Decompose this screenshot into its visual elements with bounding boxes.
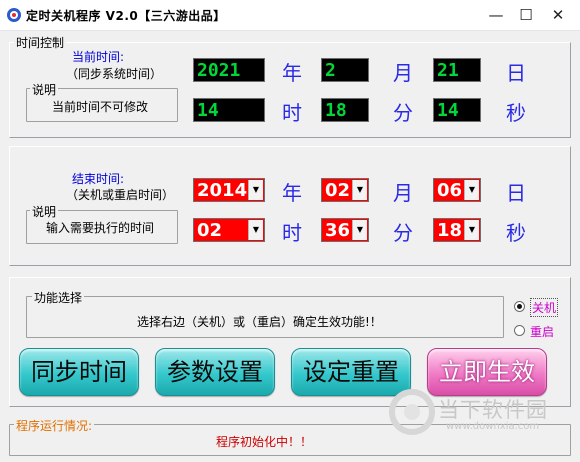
end-hour-value: 02	[197, 220, 223, 241]
end-time-panel	[9, 146, 571, 266]
end-hour-select[interactable]: 02 ▼	[193, 218, 265, 242]
current-time-sub: （同步系统时间）	[66, 67, 163, 81]
function-legend: 功能选择	[32, 289, 85, 306]
current-day-display: 21	[433, 58, 481, 82]
end-year-value: 2014	[197, 180, 248, 201]
end-second-select[interactable]: 18 ▼	[433, 218, 481, 242]
end-day-unit: 日	[506, 181, 526, 205]
restart-label[interactable]: 重启	[530, 323, 554, 340]
end-minute-select[interactable]: 36 ▼	[321, 218, 369, 242]
chevron-down-icon[interactable]: ▼	[464, 180, 479, 200]
minute-unit: 分	[393, 101, 413, 125]
end-minute-value: 36	[325, 220, 351, 241]
current-hour-display: 14	[193, 98, 265, 122]
sync-time-button[interactable]: 同步时间	[19, 348, 139, 396]
end-second-unit: 秒	[506, 221, 526, 245]
close-button[interactable]: ✕	[546, 4, 570, 26]
current-note-text: 当前时间不可修改	[52, 100, 149, 114]
function-hint-text: 选择右边（关机）或（重启）确定生效功能!！	[137, 315, 382, 329]
end-time-sub: （关机或重启时间）	[66, 188, 175, 202]
end-minute-unit: 分	[393, 221, 413, 245]
chevron-down-icon[interactable]: ▼	[248, 220, 263, 240]
current-time-label: 当前时间:	[72, 50, 125, 64]
chevron-down-icon[interactable]: ▼	[464, 220, 479, 240]
watermark-logo-icon	[389, 389, 435, 435]
end-month-unit: 月	[393, 181, 413, 205]
chevron-down-icon[interactable]: ▼	[352, 180, 367, 200]
watermark-brand: 当下软件园	[438, 398, 548, 422]
watermark-url: www.downxia.com	[446, 421, 540, 432]
app-icon	[7, 8, 21, 22]
month-unit: 月	[393, 61, 413, 85]
shutdown-label[interactable]: 关机	[530, 298, 559, 317]
hour-unit: 时	[282, 101, 302, 125]
apply-now-button[interactable]: 立即生效	[427, 348, 547, 396]
chevron-down-icon[interactable]: ▼	[352, 220, 367, 240]
settings-button[interactable]: 参数设置	[155, 348, 275, 396]
end-year-select[interactable]: 2014 ▼	[193, 178, 265, 202]
second-unit: 秒	[506, 101, 526, 125]
day-unit: 日	[506, 61, 526, 85]
end-year-unit: 年	[282, 181, 302, 205]
end-month-value: 02	[325, 180, 351, 201]
chevron-down-icon[interactable]: ▼	[248, 180, 263, 200]
time-control-legend: 时间控制	[14, 34, 67, 51]
end-day-value: 06	[437, 180, 463, 201]
maximize-button[interactable]: ☐	[514, 4, 538, 26]
current-minute-display: 18	[321, 98, 369, 122]
status-text: 程序初始化中！！	[216, 435, 313, 449]
minimize-button[interactable]: —	[484, 4, 508, 26]
year-unit: 年	[282, 61, 302, 85]
end-month-select[interactable]: 02 ▼	[321, 178, 369, 202]
shutdown-radio[interactable]	[514, 301, 525, 312]
end-note-legend: 说明	[30, 203, 59, 220]
current-month-display: 2	[321, 58, 369, 82]
restart-radio[interactable]	[514, 325, 525, 336]
window-title: 定时关机程序 V2.0【三六游出品】	[26, 9, 226, 23]
end-hour-unit: 时	[282, 221, 302, 245]
status-legend: 程序运行情况:	[14, 417, 95, 434]
current-year-display: 2021	[193, 58, 265, 82]
current-note-legend: 说明	[30, 81, 59, 98]
current-second-display: 14	[433, 98, 481, 122]
end-day-select[interactable]: 06 ▼	[433, 178, 481, 202]
end-time-label: 结束时间:	[72, 172, 125, 186]
end-second-value: 18	[437, 220, 463, 241]
end-note-text: 输入需要执行的时间	[46, 221, 155, 235]
